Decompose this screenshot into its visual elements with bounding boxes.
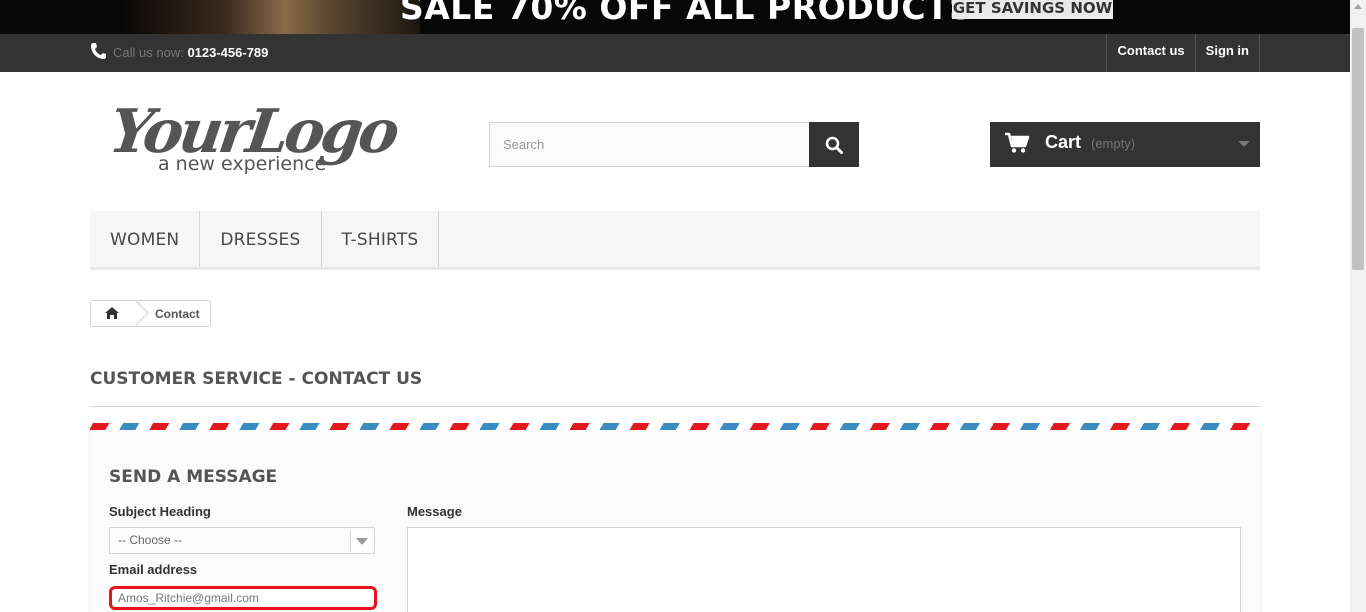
message-label: Message — [407, 504, 462, 519]
search-input[interactable] — [489, 122, 810, 167]
breadcrumb: Contact — [90, 300, 211, 327]
email-address-label: Email address — [109, 562, 198, 577]
site-logo[interactable]: YourLogo a new experience — [105, 90, 410, 180]
search-button[interactable] — [809, 122, 859, 167]
top-nav-links: Contact us Sign in — [1106, 34, 1260, 72]
get-savings-button[interactable]: GET SAVINGS NOW — [952, 0, 1113, 19]
breadcrumb-current: Contact — [155, 306, 200, 321]
message-textarea[interactable] — [407, 527, 1241, 612]
scrollbar-thumb[interactable] — [1352, 28, 1364, 270]
page-title: CUSTOMER SERVICE - CONTACT US — [90, 369, 1260, 407]
home-icon — [105, 307, 119, 319]
subject-heading-label: Subject Heading — [109, 504, 211, 519]
phone-number: 0123-456-789 — [187, 45, 269, 60]
contact-form: SEND A MESSAGE Subject Heading -- Choose… — [90, 423, 1260, 612]
chevron-down-icon — [1238, 141, 1250, 147]
cart-status: (empty) — [1091, 136, 1136, 151]
dropdown-arrow-icon[interactable] — [350, 530, 372, 551]
svg-text:a new experience: a new experience — [158, 153, 326, 175]
cart-block[interactable]: Cart (empty) — [990, 122, 1260, 167]
search-icon — [825, 136, 843, 154]
menu-item-women[interactable]: WOMEN — [90, 211, 201, 267]
cart-label: Cart — [1045, 132, 1082, 152]
main-menu: WOMEN DRESSES T-SHIRTS — [90, 211, 1260, 270]
subject-heading-select[interactable]: -- Choose -- — [109, 527, 375, 554]
menu-item-dresses[interactable]: DRESSES — [200, 211, 322, 267]
scroll-up-icon[interactable] — [1354, 4, 1362, 9]
call-us-text: Call us now: 0123-456-789 — [113, 45, 268, 60]
email-field[interactable] — [109, 586, 377, 610]
banner-model-image — [120, 0, 420, 34]
page-scrollbar[interactable] — [1350, 0, 1366, 612]
promo-banner[interactable]: SALE 70% OFF ALL PRODUCTS GET SAVINGS NO… — [0, 0, 1366, 34]
breadcrumb-separator — [133, 301, 145, 326]
sign-in-link[interactable]: Sign in — [1196, 34, 1260, 72]
menu-item-tshirts[interactable]: T-SHIRTS — [322, 211, 440, 267]
phone-icon — [90, 42, 106, 60]
call-us-label: Call us now: — [113, 45, 184, 60]
contact-us-link[interactable]: Contact us — [1107, 34, 1196, 72]
airmail-border — [90, 423, 1260, 430]
subject-selected-value: -- Choose -- — [118, 533, 183, 547]
cart-icon — [1004, 132, 1030, 159]
top-nav-bar: Call us now: 0123-456-789 Contact us Sig… — [0, 34, 1350, 72]
banner-headline: SALE 70% OFF ALL PRODUCTS — [400, 0, 974, 27]
form-title: SEND A MESSAGE — [109, 467, 278, 487]
